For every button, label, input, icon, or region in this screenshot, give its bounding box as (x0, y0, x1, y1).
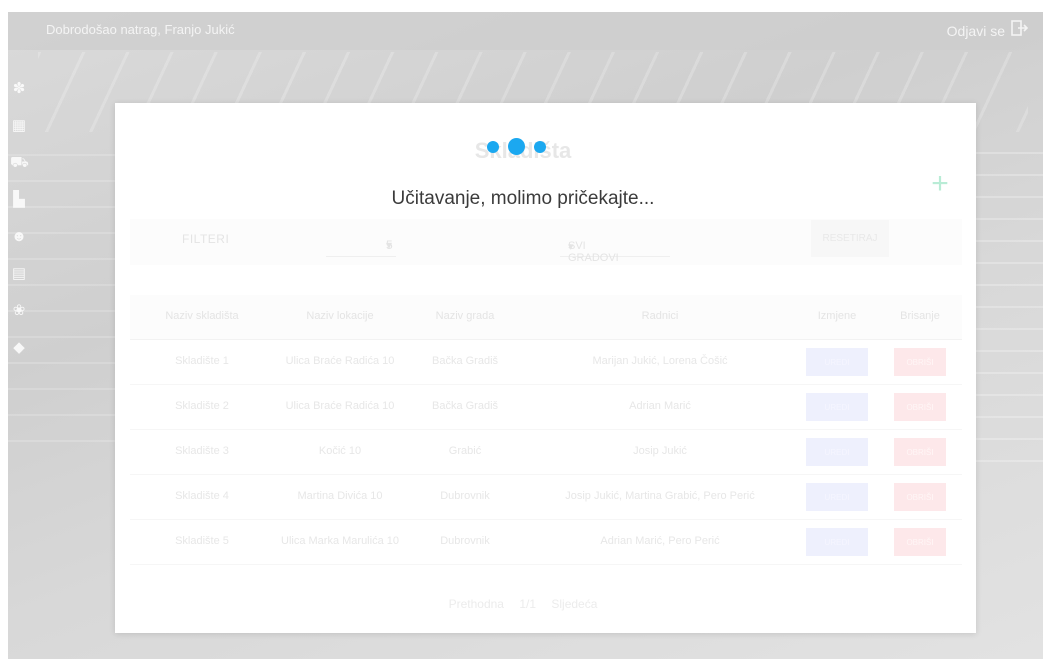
header-location: Naziv lokacije (306, 310, 374, 322)
bird-icon[interactable]: ◆ (10, 339, 28, 357)
cell-city: Dubrovnik (440, 535, 490, 547)
spinner-dot (534, 140, 546, 153)
reset-button[interactable]: RESETIRAJ (811, 220, 889, 257)
cell-name: Skladište 4 (175, 490, 229, 502)
cell-city: Dubrovnik (440, 490, 490, 502)
cell-name: Skladište 1 (175, 355, 229, 367)
header-name: Naziv skladišta (165, 310, 239, 322)
cell-city: Bačka Gradiš (431, 355, 499, 367)
cell-location: Ulica Braće Radića 10 (285, 400, 395, 412)
next-page-button[interactable]: Sljedeća (551, 597, 597, 611)
cell-name: Skladište 2 (175, 400, 229, 412)
paw-icon[interactable]: ✽ (10, 80, 28, 98)
table-row: Skladište 5 Ulica Marka Marulića 10 Dubr… (130, 520, 962, 565)
table-row: Skladište 4 Martina Divića 10 Dubrovnik … (130, 475, 962, 520)
edit-button[interactable]: UREDI (806, 528, 868, 556)
logout-label: Odjavi se (946, 22, 1005, 39)
cell-city: Bačka Gradiš (431, 400, 499, 412)
cell-workers: Adrian Marić (629, 400, 691, 412)
delete-button[interactable]: OBRIŠI (894, 348, 946, 376)
edit-button[interactable]: UREDI (806, 438, 868, 466)
table-row: Skladište 1 Ulica Braće Radića 10 Bačka … (130, 340, 962, 385)
city-select[interactable]: SVI GRADOVI ▾ (560, 226, 670, 264)
cell-name: Skladište 5 (175, 535, 229, 547)
cell-location: Martina Divića 10 (297, 490, 383, 502)
cell-location: Ulica Marka Marulića 10 (281, 535, 399, 547)
page-size-select[interactable]: 5 ▾ (326, 226, 396, 257)
delete-button[interactable]: OBRIŠI (894, 393, 946, 421)
cell-workers: Josip Jukić (633, 445, 687, 457)
table-header: Naziv skladišta Naziv lokacije Naziv gra… (130, 295, 962, 340)
loading-spinner (487, 138, 546, 155)
table-row: Skladište 2 Ulica Braće Radića 10 Bačka … (130, 385, 962, 430)
document-icon[interactable]: ▤ (10, 265, 28, 283)
delete-button[interactable]: OBRIŠI (894, 483, 946, 511)
cell-location: Ulica Braće Radića 10 (285, 355, 395, 367)
city-value: SVI GRADOVI (568, 240, 619, 264)
page-indicator: 1/1 (519, 597, 537, 611)
sidebar: ✽ ▦ ⛟ ▙ ☻ ▤ ❀ ◆ (8, 80, 32, 376)
cell-name: Skladište 3 (175, 445, 229, 457)
edit-button[interactable]: UREDI (806, 348, 868, 376)
warehouse-icon[interactable]: ▦ (10, 117, 28, 135)
edit-button[interactable]: UREDI (806, 393, 868, 421)
chevron-down-icon: ▾ (386, 238, 393, 252)
cell-workers: Adrian Marić, Pero Perić (600, 535, 720, 547)
chevron-down-icon: ▾ (568, 241, 574, 253)
header-edit: Izmjene (817, 310, 857, 322)
header-city: Naziv grada (435, 310, 495, 322)
warehouses-table: Naziv skladišta Naziv lokacije Naziv gra… (130, 295, 962, 565)
pagination: Prethodna 1/1 Sljedeća (0, 597, 1046, 611)
cell-city: Grabić (448, 445, 482, 457)
delete-button[interactable]: OBRIŠI (894, 528, 946, 556)
header-workers: Radnici (641, 310, 679, 322)
spinner-dot (508, 138, 525, 155)
delete-button[interactable]: OBRIŠI (894, 438, 946, 466)
loading-message: Učitavanje, molimo pričekajte... (391, 188, 655, 209)
pets-icon[interactable]: ❀ (10, 302, 28, 320)
cell-workers: Josip Jukić, Martina Grabić, Pero Perić (565, 490, 755, 502)
users-icon[interactable]: ☻ (10, 228, 28, 246)
filters-label: FILTERI (182, 232, 230, 246)
header-delete: Brisanje (900, 310, 940, 322)
logout-button[interactable]: Odjavi se (947, 20, 1029, 41)
welcome-text: Dobrodošao natrag, Franjo Jukić (46, 22, 235, 37)
logout-arrow-icon (1011, 20, 1029, 41)
table-row: Skladište 3 Kočić 10 Grabić Josip Jukić … (130, 430, 962, 475)
cell-workers: Marijan Jukić, Lorena Čošić (592, 355, 728, 367)
prev-page-button[interactable]: Prethodna (449, 597, 504, 611)
top-bar: Dobrodošao natrag, Franjo Jukić Odjavi s… (8, 12, 1043, 50)
spinner-dot (487, 140, 499, 153)
edit-button[interactable]: UREDI (806, 483, 868, 511)
cell-location: Kočić 10 (318, 445, 362, 457)
